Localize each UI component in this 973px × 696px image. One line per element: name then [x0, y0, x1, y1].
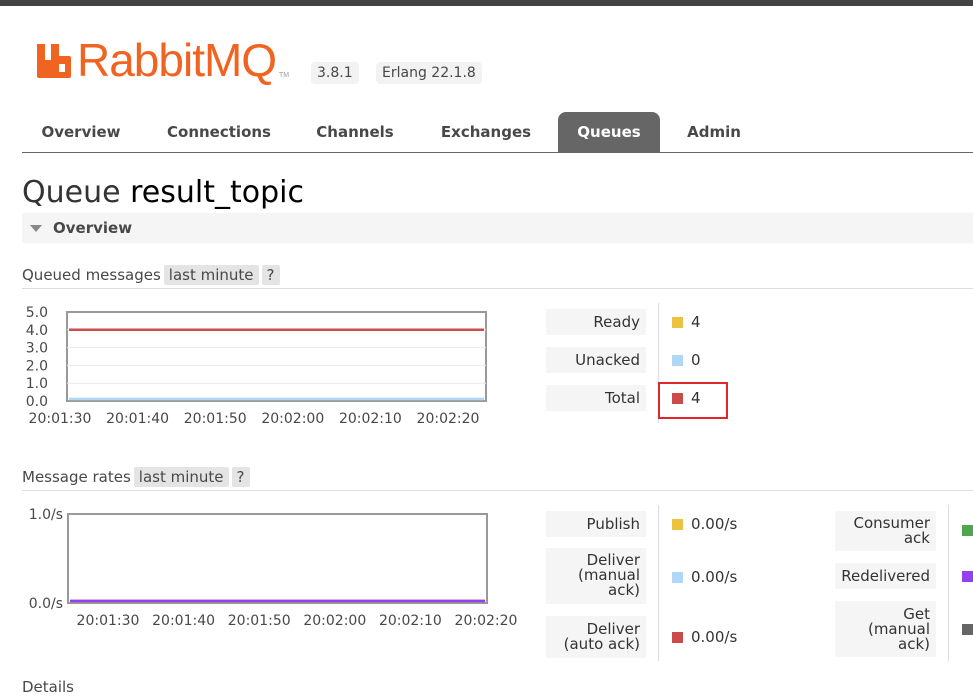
- consumer-ack-label: Consumer ack: [835, 511, 936, 551]
- x-tick-label: 20:02:20: [417, 411, 480, 427]
- x-tick-label: 20:01:40: [106, 411, 169, 427]
- redelivered-swatch: [962, 571, 973, 582]
- x-tick-label: 20:01:30: [29, 411, 92, 427]
- plot-frame: [67, 513, 488, 604]
- ready-label: Ready: [546, 309, 646, 335]
- get-manual-ack-swatch: [962, 624, 973, 635]
- x-tick-label: 20:02:10: [379, 613, 442, 629]
- y-tick-label: 4.0: [26, 323, 48, 339]
- rabbitmq-logo[interactable]: RabbitMQ TM: [35, 34, 295, 86]
- rates-help-button[interactable]: ?: [231, 467, 250, 487]
- deliver-manual-ack-label: Deliver (manual ack): [546, 548, 646, 604]
- page-title: Queue result_topic: [22, 175, 304, 210]
- message-rates-label: Message rates: [22, 468, 131, 486]
- logo-text: RabbitMQ: [77, 34, 277, 86]
- x-tick-label: 20:01:30: [77, 613, 140, 629]
- deliver-manual-ack-value: 0.00/s: [691, 568, 738, 586]
- deliver-auto-ack-swatch: [672, 632, 683, 643]
- page-title-prefix: Queue: [22, 175, 121, 210]
- ready-swatch: [672, 317, 683, 328]
- x-tick-label: 20:02:00: [261, 411, 324, 427]
- divider: [22, 288, 973, 289]
- rabbitmq-logo-icon: [37, 44, 71, 78]
- x-tick-label: 20:02:10: [339, 411, 402, 427]
- unacked-swatch: [672, 355, 683, 366]
- y-tick-label: 2.0: [26, 358, 48, 374]
- unacked-label: Unacked: [546, 347, 646, 373]
- x-tick-label: 20:01:40: [152, 613, 215, 629]
- queued-messages-label: Queued messages: [22, 266, 161, 284]
- message-rates-heading: Message rates last minute?: [22, 467, 250, 487]
- y-tick-label: 1.0/s: [29, 507, 63, 523]
- unacked-value: 0: [691, 351, 701, 369]
- y-tick-label: 1.0: [26, 376, 48, 392]
- divider: [22, 490, 973, 491]
- main-nav-tabs: Overview Connections Channels Exchanges …: [22, 112, 973, 153]
- highlight-box: [658, 382, 728, 419]
- logo-trademark: TM: [279, 72, 290, 79]
- deliver-manual-ack-swatch: [672, 572, 683, 583]
- tab-overview[interactable]: Overview: [30, 112, 132, 152]
- overview-section-toggle[interactable]: Overview: [22, 213, 973, 243]
- tab-queues[interactable]: Queues: [558, 112, 660, 152]
- consumer-ack-swatch: [962, 525, 973, 536]
- erlang-version-badge: Erlang 22.1.8: [376, 62, 482, 84]
- total-label: Total: [546, 385, 646, 411]
- x-tick-label: 20:02:20: [455, 613, 518, 629]
- divider: [658, 505, 659, 661]
- tab-exchanges[interactable]: Exchanges: [428, 112, 544, 152]
- publish-label: Publish: [546, 511, 646, 537]
- y-tick-label: 3.0: [26, 341, 48, 357]
- collapse-triangle-icon: [30, 225, 42, 232]
- version-badge: 3.8.1: [311, 62, 359, 84]
- x-tick-label: 20:02:00: [303, 613, 366, 629]
- x-tick-label: 20:01:50: [184, 411, 247, 427]
- y-tick-label: 5.0: [26, 305, 48, 321]
- queued-help-button[interactable]: ?: [261, 265, 280, 285]
- deliver-auto-ack-label: Deliver (auto ack): [546, 616, 646, 658]
- tab-connections[interactable]: Connections: [155, 112, 283, 152]
- get-manual-ack-label: Get (manual ack): [835, 601, 936, 657]
- tab-channels[interactable]: Channels: [305, 112, 405, 152]
- x-tick-label: 20:01:50: [228, 613, 291, 629]
- queue-name: result_topic: [130, 175, 304, 210]
- ready-value: 4: [691, 313, 701, 331]
- window-top-bar: [0, 0, 973, 6]
- plot-frame: [66, 311, 487, 402]
- queued-messages-chart: 5.0 4.0 3.02.0 1.0 0.020:01:30 20:01:40 20:01:…: [26, 305, 487, 427]
- queued-range-selector[interactable]: last minute: [163, 265, 259, 285]
- tab-admin[interactable]: Admin: [674, 112, 754, 152]
- publish-value: 0.00/s: [691, 515, 738, 533]
- divider: [948, 505, 949, 661]
- message-rates-chart: 1.0/s 0.0/s 20:01:30 20:01:40 20:01:50 20:02:…: [29, 507, 518, 629]
- publish-swatch: [672, 519, 683, 530]
- deliver-auto-ack-value: 0.00/s: [691, 628, 738, 646]
- queued-messages-heading: Queued messages last minute?: [22, 265, 280, 285]
- details-heading: Details: [22, 678, 75, 696]
- y-tick-label: 0.0/s: [29, 596, 63, 612]
- y-tick-label: 0.0: [26, 394, 48, 410]
- redelivered-label: Redelivered: [835, 563, 936, 589]
- overview-section-label: Overview: [53, 219, 133, 237]
- rates-range-selector[interactable]: last minute: [133, 467, 229, 487]
